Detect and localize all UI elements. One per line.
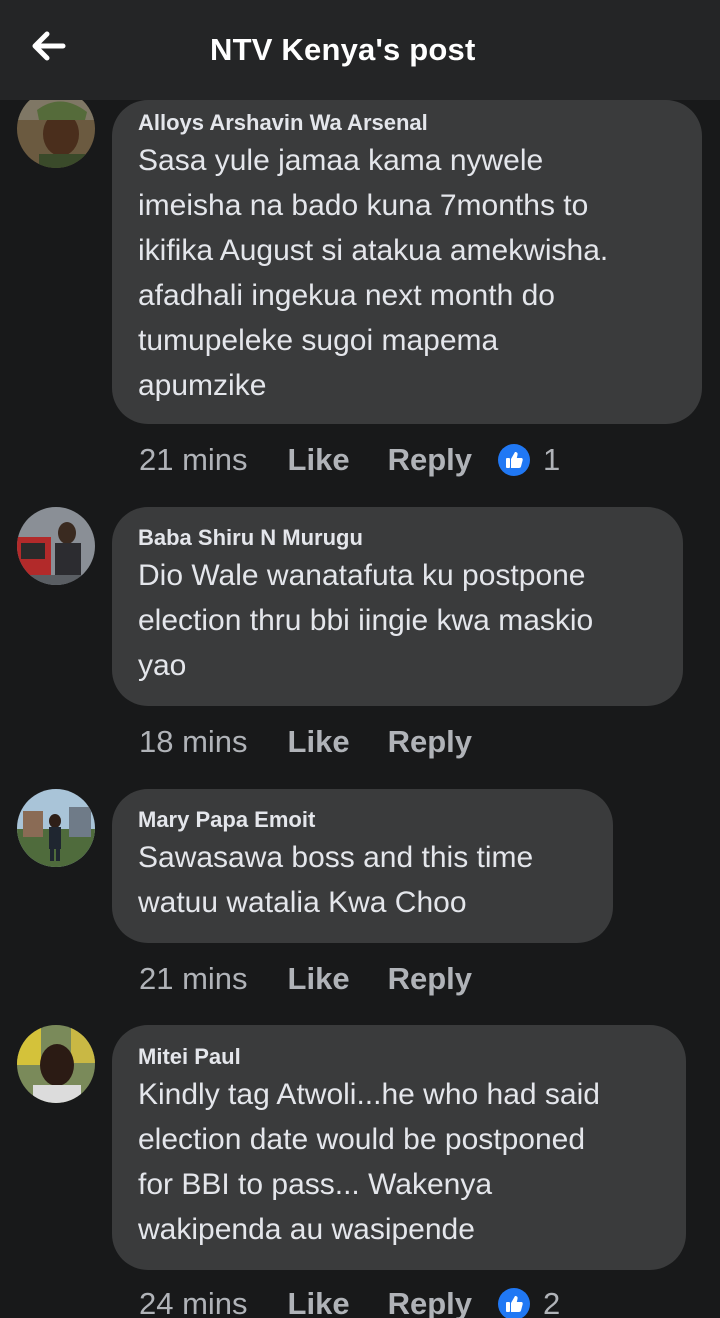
like-button[interactable]: Like — [288, 442, 350, 478]
comment-actions: 18 mins Like Reply — [139, 722, 510, 762]
comment-author[interactable]: Baba Shiru N Murugu — [138, 525, 657, 551]
like-button[interactable]: Like — [288, 961, 350, 997]
avatar-image — [17, 1025, 95, 1103]
reply-button[interactable]: Reply — [388, 724, 472, 760]
reaction-count: 1 — [543, 442, 561, 477]
comment-time[interactable]: 24 mins — [139, 1286, 248, 1318]
thumbs-up-icon — [498, 444, 530, 476]
page-title: NTV Kenya's post — [210, 32, 476, 67]
comment-text: Dio Wale wanatafuta ku postpone election… — [138, 559, 594, 682]
comment-author[interactable]: Mary Papa Emoit — [138, 807, 587, 833]
avatar-image — [17, 789, 95, 867]
reply-button[interactable]: Reply — [388, 442, 472, 478]
arrow-left-icon — [32, 31, 66, 61]
comment-text: Sasa yule jamaa kama nywele imeisha na b… — [138, 144, 609, 402]
reaction-summary[interactable]: 1 — [498, 442, 560, 478]
comment-bubble[interactable]: Mitei Paul Kindly tag Atwoli...he who ha… — [112, 1025, 686, 1270]
reaction-count: 2 — [543, 1286, 561, 1318]
thumbs-up-icon — [498, 1288, 530, 1318]
like-button[interactable]: Like — [288, 724, 350, 760]
avatar[interactable] — [17, 90, 95, 168]
post-comments-screen: NTV Kenya's post Alloys Arshavin Wa Arse… — [0, 0, 720, 1318]
comment-time[interactable]: 18 mins — [139, 724, 248, 760]
avatar[interactable] — [17, 507, 95, 585]
comment-actions: 24 mins Like Reply 2 — [139, 1284, 560, 1318]
avatar-image — [17, 90, 95, 168]
comment-actions: 21 mins Like Reply — [139, 959, 510, 999]
comment-time[interactable]: 21 mins — [139, 961, 248, 997]
avatar-image — [17, 507, 95, 585]
comment-bubble[interactable]: Mary Papa Emoit Sawasawa boss and this t… — [112, 789, 613, 943]
comment-author[interactable]: Mitei Paul — [138, 1044, 660, 1070]
comment-text: Kindly tag Atwoli...he who had said elec… — [138, 1078, 600, 1246]
reply-button[interactable]: Reply — [388, 1286, 472, 1318]
like-button[interactable]: Like — [288, 1286, 350, 1318]
comment-bubble[interactable]: Baba Shiru N Murugu Dio Wale wanatafuta … — [112, 507, 683, 706]
reaction-summary[interactable]: 2 — [498, 1286, 560, 1318]
reply-button[interactable]: Reply — [388, 961, 472, 997]
comment-text: Sawasawa boss and this time watuu watali… — [138, 841, 534, 919]
back-button[interactable] — [26, 28, 70, 64]
avatar[interactable] — [17, 1025, 95, 1103]
comment-bubble[interactable]: Alloys Arshavin Wa Arsenal Sasa yule jam… — [112, 100, 702, 424]
comment-actions: 21 mins Like Reply 1 — [139, 440, 560, 480]
comment-author[interactable]: Alloys Arshavin Wa Arsenal — [138, 110, 676, 136]
avatar[interactable] — [17, 789, 95, 867]
comment-time[interactable]: 21 mins — [139, 442, 248, 478]
top-bar: NTV Kenya's post — [0, 0, 720, 100]
